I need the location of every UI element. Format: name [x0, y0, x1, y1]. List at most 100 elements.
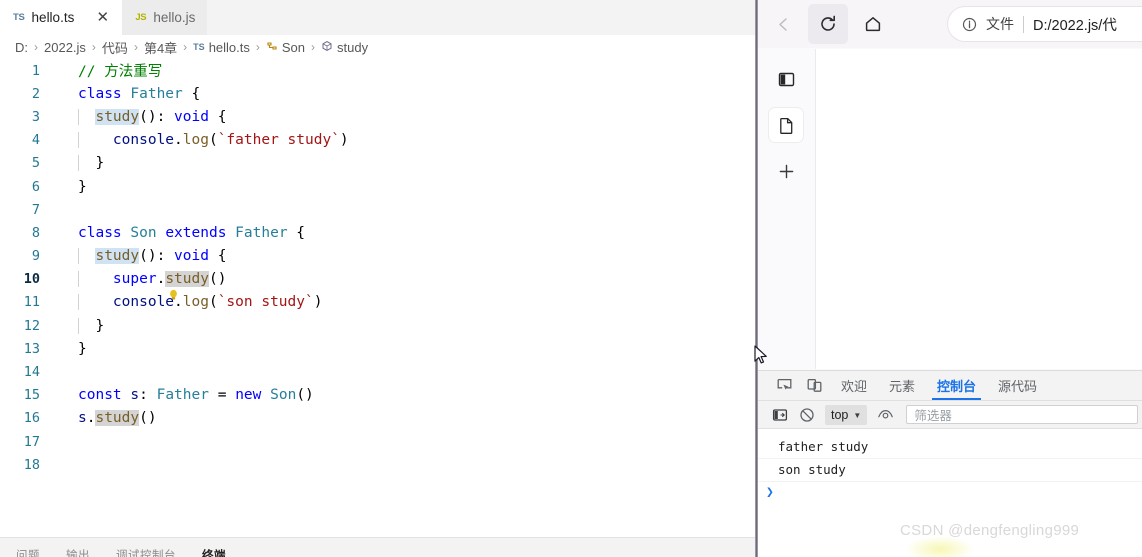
breadcrumb-file-label: hello.ts	[208, 39, 250, 55]
console-output[interactable]: father study son study ❯	[758, 429, 1142, 557]
line-content: const s: Father = new Son()	[78, 387, 314, 404]
typescript-file-icon: TS	[13, 12, 25, 23]
code-line[interactable]: 6 }	[0, 175, 757, 198]
line-number: 10	[23, 271, 40, 288]
device-toggle-icon	[807, 378, 821, 392]
line-number: 14	[23, 364, 40, 381]
devtools-tab-console[interactable]: 控制台	[926, 371, 987, 400]
line-number: 13	[23, 340, 40, 357]
breadcrumb-item-file-hello-ts[interactable]: TS hello.ts	[193, 40, 250, 55]
code-line[interactable]: 14	[0, 360, 757, 383]
panel-tab-output[interactable]: 输出	[66, 547, 90, 557]
close-icon[interactable]: ✕	[95, 10, 110, 25]
line-content: study(): void {	[52, 248, 226, 265]
code-line[interactable]: 11 console.log(`son study`)	[0, 291, 757, 314]
code-line[interactable]: 3 study(): void {	[0, 105, 757, 128]
plus-icon	[779, 164, 793, 178]
info-circle-icon[interactable]	[962, 17, 977, 32]
prompt-chevron-icon: ❯	[766, 485, 774, 500]
code-line[interactable]: 5 }	[0, 152, 757, 175]
code-line[interactable]: 15 const s: Father = new Son()	[0, 384, 757, 407]
address-url-text[interactable]: D:/2022.js/代	[1033, 14, 1117, 35]
panel-tab-terminal[interactable]: 终端	[202, 547, 226, 557]
code-line[interactable]: 12 }	[0, 314, 757, 337]
panel-layout-icon	[778, 72, 794, 86]
line-number: 18	[23, 456, 40, 473]
panel-tab-debug-console[interactable]: 调试控制台	[116, 547, 176, 557]
split-screen-button[interactable]	[769, 62, 803, 96]
line-content: console.log(`father study`)	[52, 132, 349, 149]
code-line[interactable]: 16 s.study()	[0, 407, 757, 430]
breadcrumb-item-drive[interactable]: D:	[15, 40, 28, 55]
code-line[interactable]: 2 class Father {	[0, 82, 757, 105]
document-page-icon	[779, 117, 792, 134]
live-expression-button[interactable]	[873, 404, 897, 426]
back-button[interactable]	[763, 4, 803, 44]
browser-page-content	[815, 49, 1142, 369]
line-content: study(): void {	[52, 108, 226, 125]
new-tab-button[interactable]	[769, 154, 803, 188]
line-number: 2	[31, 85, 40, 102]
devtools-tab-elements[interactable]: 元素	[878, 371, 926, 400]
editor-tab-hello-js[interactable]: JS hello.js	[122, 0, 208, 35]
breadcrumb-separator: ›	[311, 40, 316, 54]
clear-console-button[interactable]	[795, 404, 819, 426]
code-line[interactable]: 13 }	[0, 337, 757, 360]
console-sidebar-button[interactable]	[768, 404, 792, 426]
reload-button[interactable]	[808, 4, 848, 44]
line-number: 7	[31, 201, 40, 218]
inspect-element-button[interactable]	[770, 374, 798, 398]
inspect-cursor-icon	[777, 378, 791, 390]
browser-side-rail	[758, 48, 814, 378]
devtools-tab-welcome[interactable]: 欢迎	[830, 371, 878, 400]
console-input-prompt[interactable]: ❯	[758, 482, 1142, 500]
code-line[interactable]: 8 class Son extends Father {	[0, 221, 757, 244]
vscode-window: TS hello.ts ✕ JS hello.js D: › 2022.js ›…	[0, 0, 757, 557]
device-toolbar-button[interactable]	[800, 374, 828, 398]
code-line-current[interactable]: 10 super.study()	[0, 268, 757, 300]
line-content: super.study()	[52, 271, 226, 288]
code-line[interactable]: 4 console.log(`father study`)	[0, 129, 757, 152]
line-number: 8	[31, 224, 40, 241]
line-number: 11	[23, 294, 40, 311]
breadcrumb-item-symbol-study[interactable]: study	[321, 40, 368, 55]
breadcrumb-separator: ›	[34, 40, 38, 54]
typescript-file-icon: TS	[193, 42, 205, 52]
execution-context-value: top	[831, 407, 849, 422]
code-line[interactable]: 7	[0, 198, 757, 221]
class-symbol-icon	[266, 40, 278, 55]
line-content: }	[78, 155, 105, 172]
console-log-entry: son study	[758, 459, 1142, 482]
address-bar[interactable]: 文件 D:/2022.js/代	[948, 7, 1142, 41]
editor-tab-hello-ts[interactable]: TS hello.ts ✕	[0, 0, 123, 35]
line-content: }	[78, 178, 87, 195]
code-line[interactable]: 17	[0, 430, 757, 453]
breadcrumb-separator: ›	[133, 40, 138, 54]
reload-icon	[821, 15, 835, 31]
panel-tab-problems[interactable]: 问题	[16, 547, 40, 557]
home-icon	[865, 17, 881, 32]
code-line[interactable]: 1 // 方法重写	[0, 59, 757, 82]
code-line[interactable]: 18	[0, 453, 757, 476]
breadcrumb-item-folder-daima[interactable]: 代码	[102, 38, 128, 57]
line-number: 3	[31, 108, 40, 125]
bottom-panel-tabs: 问题 输出 调试控制台 终端	[0, 537, 757, 557]
home-button[interactable]	[853, 4, 893, 44]
page-button[interactable]	[769, 108, 803, 142]
devtools-tab-sources[interactable]: 源代码	[987, 371, 1048, 400]
line-number: 4	[31, 132, 40, 149]
breadcrumb-item-folder-2022js[interactable]: 2022.js	[44, 40, 86, 55]
code-editor[interactable]: 1 // 方法重写 2 class Father { 3 study(): vo…	[0, 59, 757, 537]
line-number: 12	[23, 317, 40, 334]
breadcrumb-symbol-label: study	[337, 39, 369, 55]
breadcrumb-item-symbol-son[interactable]: Son	[266, 40, 305, 55]
breadcrumb-item-folder-chapter4[interactable]: 第4章	[144, 38, 177, 57]
line-number: 5	[31, 155, 40, 172]
console-filter-input[interactable]: 筛选器	[906, 405, 1138, 424]
code-line[interactable]: 9 study(): void {	[0, 245, 757, 268]
console-toolbar: top ▼ 筛选器	[758, 401, 1142, 429]
line-content: class Father {	[78, 85, 201, 102]
execution-context-select[interactable]: top ▼	[825, 404, 868, 425]
line-content: console.log(`son study`)	[52, 294, 322, 311]
devtools-tab-bar: 欢迎 元素 控制台 源代码	[758, 371, 1142, 401]
